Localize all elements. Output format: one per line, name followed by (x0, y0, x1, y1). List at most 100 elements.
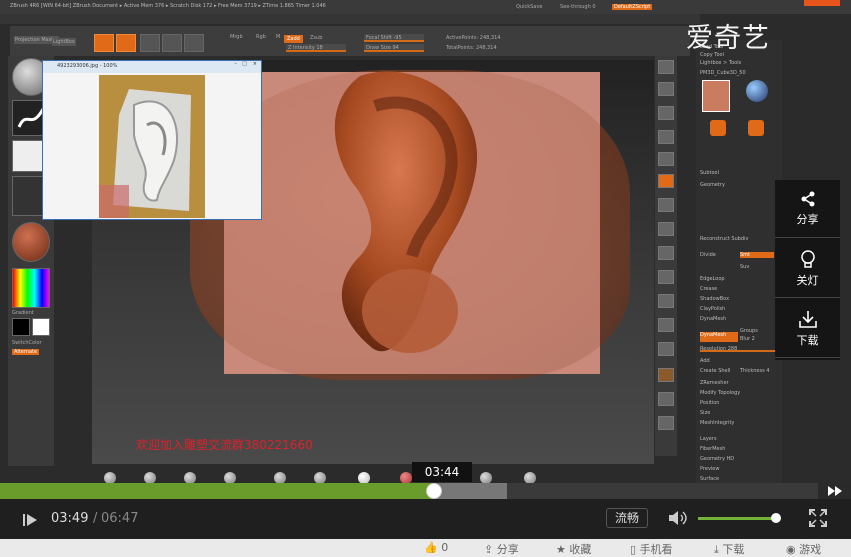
group-watermark: 欢迎加入雕塑交流群380221660 (136, 438, 313, 452)
xyz-icon (658, 270, 674, 284)
shadowbox-menu: ShadowBox (700, 296, 730, 302)
secondary-color-swatch (32, 318, 50, 336)
create-shell-button: Create Shell (700, 368, 731, 374)
share-icon: ⇪ (484, 543, 494, 556)
edit-mode-button (94, 34, 114, 52)
scale-icon (658, 318, 674, 332)
move-icon (658, 294, 674, 308)
lights-off-button[interactable]: 关灯 (775, 240, 840, 298)
star-icon: ★ (556, 543, 566, 556)
minimize-icon: – (234, 61, 238, 67)
download-label: 下载 (722, 543, 745, 556)
total-time: 06:47 (101, 511, 139, 526)
play-button[interactable] (20, 510, 40, 530)
m-button: M (276, 34, 281, 40)
preview-menu: Preview (700, 466, 720, 472)
focal-shift-slider: Focal Shift -95 (364, 34, 424, 42)
volume-fill (698, 517, 777, 520)
action-bar: 👍 0 ⇪ 分享 ★ 收藏 ▯ 手机看 ⤓ 下载 ◉ 游戏 (0, 539, 851, 557)
mobile-watch-label: 手机看 (639, 543, 673, 556)
close-icon: × (252, 61, 257, 67)
share-icon (801, 191, 814, 207)
draw-mode-button (116, 34, 136, 52)
share-label: 分享 (496, 543, 519, 556)
zbrush-tool-palette: Load Tool Copy Tool Lightbox > Tools PM3… (696, 40, 782, 483)
thickness-slider: Thickness 4 (740, 368, 770, 374)
material-ball (480, 472, 492, 483)
volume-button[interactable] (667, 509, 689, 527)
download-side-button[interactable]: 下载 (775, 300, 840, 358)
color-picker (12, 268, 50, 308)
material-ball (358, 472, 370, 483)
download-icon (798, 311, 817, 328)
zremesher-menu: ZRemesher (700, 380, 729, 386)
like-count: 0 (441, 541, 449, 554)
local-icon (658, 222, 674, 236)
floor-icon (658, 198, 674, 212)
download-side-label: 下载 (796, 334, 819, 347)
z-intensity-slider: Z Intensity 18 (286, 44, 346, 52)
zbrush-top-shelf: Projection Master LightBox Mrgb Rgb M Za… (10, 26, 690, 56)
speaker-icon (669, 511, 687, 525)
zbrush-bottom-tray (80, 470, 550, 483)
zadd-button: Zadd (284, 35, 303, 43)
rotate-mode-button (184, 34, 204, 52)
volume-thumb[interactable] (771, 513, 782, 523)
scroll-icon (658, 106, 674, 120)
fullscreen-button[interactable] (808, 508, 828, 528)
download-button[interactable]: ⤓ 下载 (714, 541, 744, 557)
favorite-button[interactable]: ★ 收藏 (556, 541, 591, 557)
next-episode-button[interactable] (818, 483, 851, 499)
polyf-icon (658, 368, 674, 382)
zbrush-menubar (0, 14, 700, 24)
actual-icon (658, 152, 674, 166)
total-points: TotalPoints: 248,314 (446, 45, 497, 51)
share-button[interactable]: ⇪ 分享 (484, 541, 519, 557)
material-thumbnail (12, 222, 50, 262)
fast-forward-icon (827, 486, 842, 496)
persp-icon (658, 174, 674, 188)
ear-sculpt (334, 71, 478, 353)
seethrough-slider: See-through 0 (560, 4, 596, 10)
volume-slider[interactable] (698, 513, 782, 523)
zbrush-title-bar: ZBrush 4R6 [WIN 64-bit] ZBrush Document … (0, 0, 851, 14)
game-label: 游戏 (799, 543, 822, 556)
lightbox-button: LightBox (52, 38, 76, 46)
divide-button: Divide (700, 252, 716, 258)
blur-slider: Blur 2 (740, 336, 755, 342)
add-button: Add (700, 358, 710, 364)
like-button[interactable]: 👍 0 (424, 541, 448, 554)
share-side-button[interactable]: 分享 (775, 180, 840, 238)
main-color-swatch (12, 318, 30, 336)
reconstruct-subdiv-button: Reconstruct Subdiv (700, 236, 749, 242)
favorite-label: 收藏 (569, 543, 592, 556)
sphere-tool-thumbnail (746, 80, 768, 102)
game-button[interactable]: ◉ 游戏 (786, 541, 821, 557)
spix-icon (658, 82, 674, 96)
smt-toggle: Smt (740, 252, 774, 258)
video-frame[interactable]: ZBrush 4R6 [WIN 64-bit] ZBrush Document … (0, 0, 851, 483)
alternate-button: Alternate (12, 349, 40, 355)
fullscreen-icon (809, 509, 827, 527)
iqiyi-logo: 爱奇艺 (686, 23, 770, 54)
material-ball (184, 472, 196, 483)
draw-size-slider: Draw Size 94 (364, 44, 424, 52)
move-mode-button (140, 34, 160, 52)
rotate-icon (658, 342, 674, 356)
brand-accent-bar (804, 0, 840, 6)
quality-button[interactable]: 流畅 (606, 508, 648, 528)
tool-thumbnail (702, 80, 730, 112)
progress-thumb[interactable] (425, 483, 442, 499)
mobile-watch-button[interactable]: ▯ 手机看 (630, 541, 673, 557)
play-icon (23, 514, 37, 526)
thumbs-up-icon: 👍 (424, 541, 438, 554)
dynamesh-button: DynaMesh (700, 332, 738, 342)
quicksave-button: QuickSave (516, 4, 543, 10)
progress-bar[interactable] (0, 483, 818, 499)
reference-image-window: 4923293006.jpg - 100% – □ × (42, 60, 262, 220)
default-zscript: DefaultZScript (612, 4, 653, 10)
edgeloop-menu: EdgeLoop (700, 276, 725, 282)
suv-toggle: Suv (740, 264, 750, 270)
reference-window-title: 4923293006.jpg - 100% (57, 63, 118, 69)
claypolish-menu: ClayPolish (700, 306, 726, 312)
